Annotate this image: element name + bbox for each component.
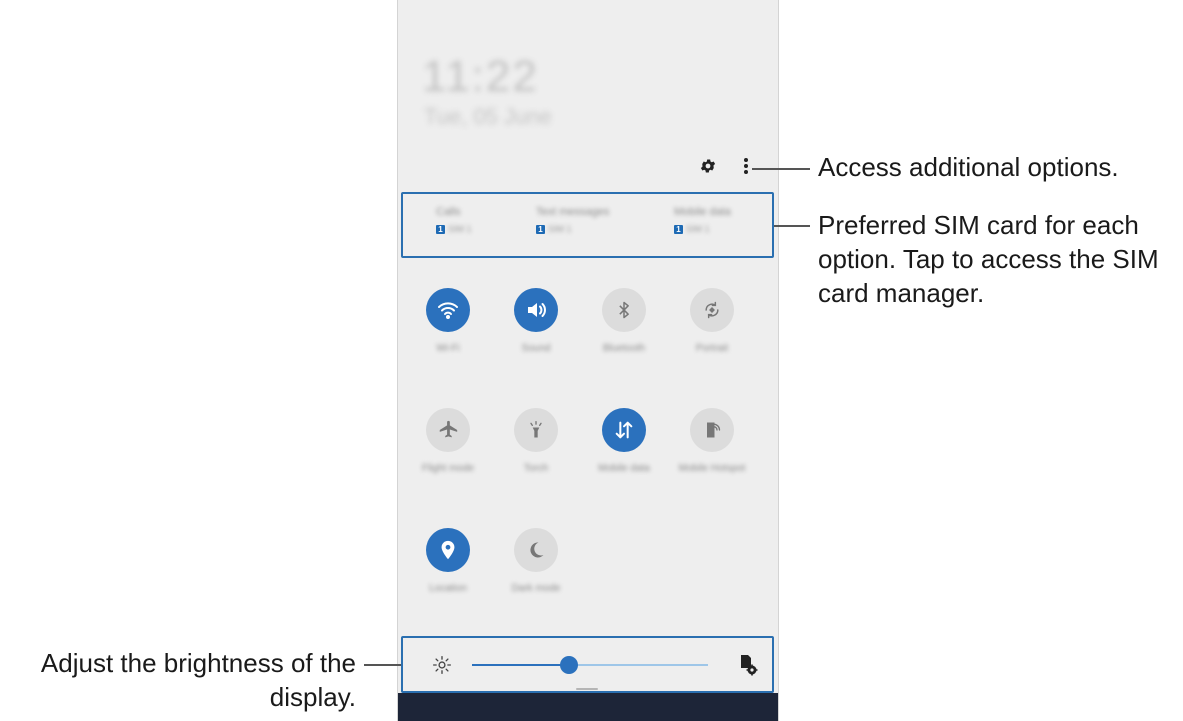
tile-sound[interactable]: Sound [501,288,571,356]
tile-torch[interactable]: Torch [501,408,571,476]
options-leader-line [752,168,810,170]
hotspot-icon [690,408,734,452]
flashlight-icon [514,408,558,452]
tile-label: Wi-Fi [436,343,460,354]
date: Tue, 05 June [424,104,552,129]
phone-bottom-edge [398,693,778,721]
sim-callout-box [401,192,774,258]
tile-label: Sound [521,343,551,354]
airplane-icon [426,408,470,452]
tile-mobile-data[interactable]: Mobile data [589,408,659,476]
gear-icon[interactable] [696,154,720,178]
location-icon [426,528,470,572]
brightness-callout-box [401,636,774,693]
tile-label: Bluetooth [602,343,646,354]
tile-flight-mode[interactable]: Flight mode [413,408,483,476]
more-options-icon[interactable] [734,154,758,178]
annotation-brightness: Adjust the brightness of the display. [40,648,356,712]
tile-label: Dark mode [511,583,561,594]
tile-wifi[interactable]: Wi-Fi [413,288,483,356]
bluetooth-icon [602,288,646,332]
tile-portrait[interactable]: Portrait [677,288,747,356]
auto-rotate-icon [690,288,734,332]
tile-label: Torch [523,463,549,474]
tile-label: Mobile Hotspot [678,463,746,474]
tile-label: Mobile data [598,463,650,474]
sim-leader-line [774,225,810,227]
tile-label: Flight mode [421,463,475,474]
tile-dark-mode[interactable]: Dark mode [501,528,571,596]
quick-panel: 11:22 Tue, 05 June Calls 1 SIM 1 Text mes… [397,0,779,721]
clock: 11:22 [422,52,539,101]
annotation-sim: Preferred SIM card for each option. Tap … [818,210,1159,308]
tile-label: Location [429,583,467,594]
tile-mobile-hotspot[interactable]: Mobile Hotspot [677,408,747,476]
tile-label: Portrait [695,343,729,354]
wifi-icon [426,288,470,332]
mobile-data-icon [602,408,646,452]
annotation-options: Access additional options. [818,152,1119,182]
tile-bluetooth[interactable]: Bluetooth [589,288,659,356]
volume-icon [514,288,558,332]
brightness-leader-line [364,664,401,666]
dark-mode-icon [514,528,558,572]
tile-location[interactable]: Location [413,528,483,596]
